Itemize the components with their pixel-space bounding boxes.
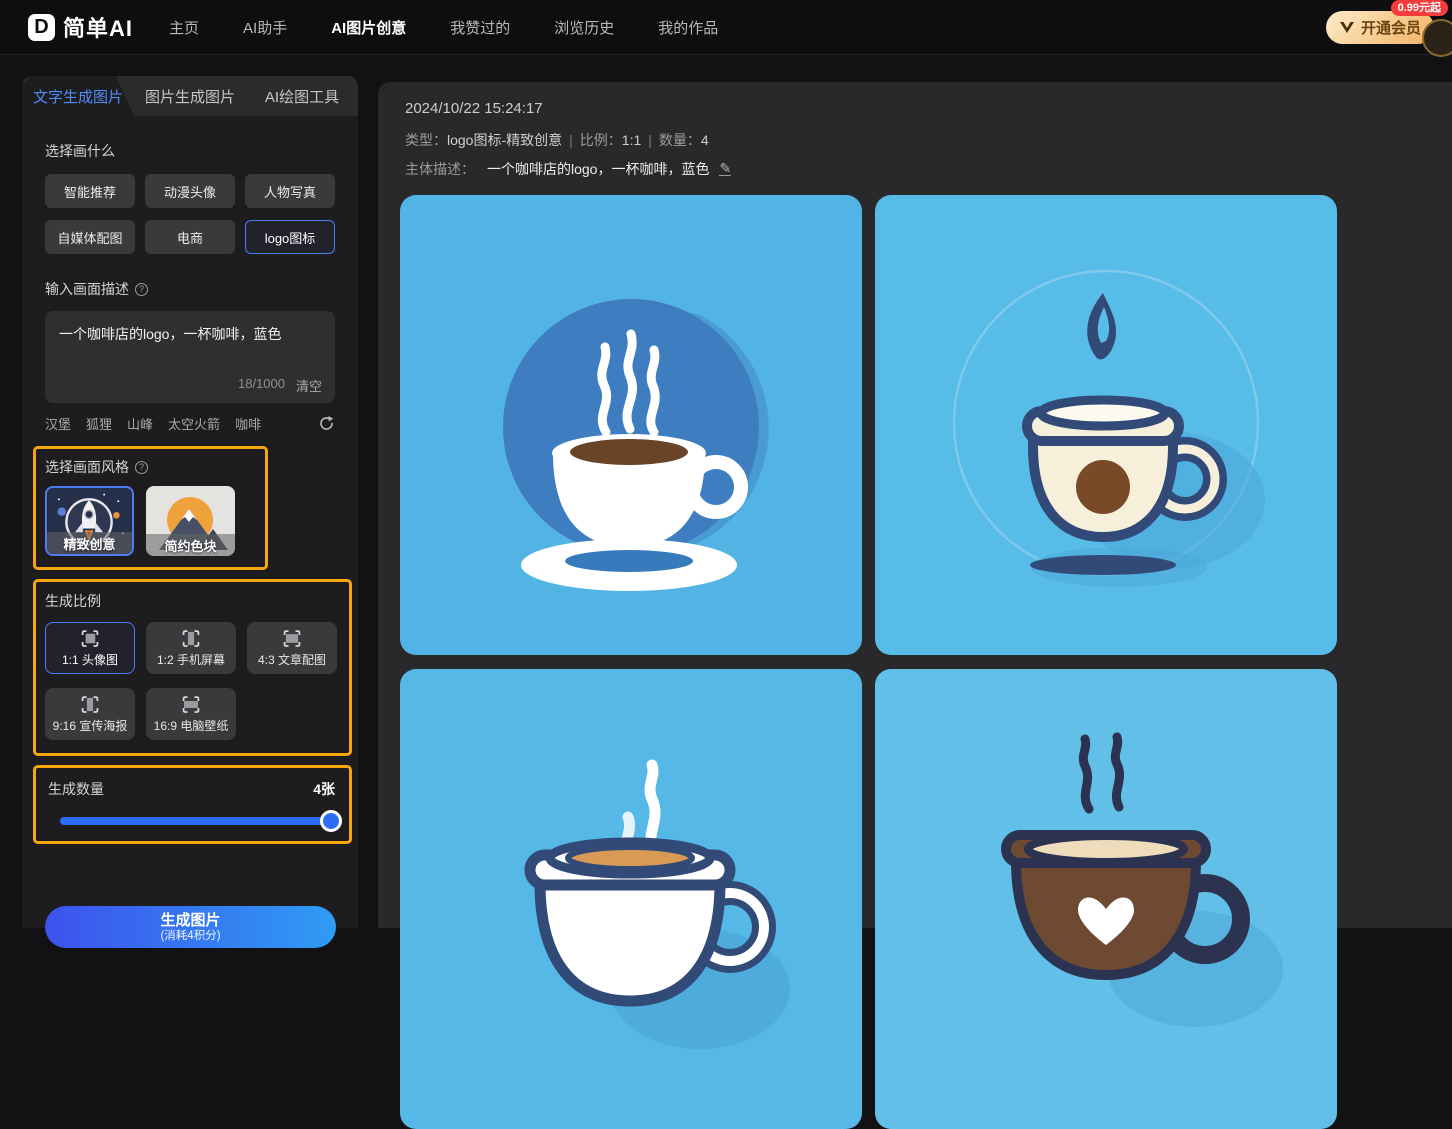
- help-icon[interactable]: ?: [135, 461, 148, 474]
- generated-image-4[interactable]: [875, 669, 1337, 1129]
- ratio-4-3-article[interactable]: 4:3 文章配图: [247, 622, 337, 674]
- tag-fox[interactable]: 狐狸: [86, 414, 112, 433]
- generated-image-2[interactable]: [875, 195, 1337, 655]
- member-button-label: 开通会员: [1361, 17, 1421, 38]
- nav-item-ai-assistant[interactable]: AI助手: [243, 17, 287, 38]
- ratio-1-2-phone-screen[interactable]: 1:2 手机屏幕: [146, 622, 236, 674]
- subject-description-value: 一个咖啡店的logo，一杯咖啡，蓝色: [487, 159, 709, 179]
- sidebar-tabbar: 文字生成图片 图片生成图片 AI绘图工具: [22, 76, 358, 116]
- price-badge: 0.99元起: [1391, 0, 1448, 16]
- tab-text-to-image[interactable]: 文字生成图片: [22, 76, 134, 116]
- help-icon[interactable]: ?: [135, 283, 148, 296]
- option-media-illustration[interactable]: 自媒体配图: [45, 220, 135, 254]
- generation-sidebar: 文字生成图片 图片生成图片 AI绘图工具 选择画什么 智能推荐 动漫头像 人物写…: [22, 76, 358, 928]
- nav-item-ai-image-creation[interactable]: AI图片创意: [331, 17, 406, 38]
- meta-type-value: logo图标-精致创意: [447, 132, 562, 148]
- generated-image-1[interactable]: [400, 195, 862, 655]
- wide-frame-icon: [180, 694, 202, 715]
- slider-handle[interactable]: [320, 810, 342, 832]
- style-card-exquisite-creative[interactable]: 精致创意: [45, 486, 134, 556]
- ratio-9-16-poster[interactable]: 9:16 宣传海报: [45, 688, 135, 740]
- option-anime-avatar[interactable]: 动漫头像: [145, 174, 235, 208]
- suggestion-tags: 汉堡 狐狸 山峰 太空火箭 咖啡: [45, 414, 335, 433]
- edit-pencil-icon[interactable]: ✎: [719, 162, 731, 176]
- nav-item-my-works[interactable]: 我的作品: [658, 17, 718, 38]
- open-membership-button[interactable]: 开通会员 0.99元起: [1326, 11, 1434, 44]
- tag-coffee[interactable]: 咖啡: [235, 414, 261, 433]
- quantity-slider[interactable]: [60, 817, 338, 825]
- ratio-16-9-wallpaper[interactable]: 16:9 电脑壁纸: [146, 688, 236, 740]
- ratio-1-1-avatar[interactable]: 1:1 头像图: [45, 622, 135, 674]
- quantity-label: 生成数量: [48, 779, 104, 799]
- square-frame-icon: [79, 628, 101, 649]
- option-ecommerce[interactable]: 电商: [145, 220, 235, 254]
- tab-image-to-image[interactable]: 图片生成图片: [134, 76, 246, 116]
- prompt-text: 一个咖啡店的logo，一杯咖啡，蓝色: [59, 326, 281, 342]
- ratio-options: 1:1 头像图 1:2 手机屏幕: [45, 622, 349, 740]
- avatar[interactable]: [1422, 19, 1452, 57]
- quantity-section-highlight: 生成数量 4张: [33, 765, 352, 844]
- tall-frame-icon: [79, 694, 101, 715]
- meta-ratio-value: 1:1: [622, 132, 641, 148]
- draw-what-label: 选择画什么: [45, 141, 335, 161]
- tall-frame-icon: [180, 628, 202, 649]
- refresh-icon[interactable]: [318, 415, 335, 432]
- prompt-input[interactable]: 一个咖啡店的logo，一杯咖啡，蓝色 18/1000 清空: [45, 311, 335, 403]
- subject-description: 主体描述： 一个咖啡店的logo，一杯咖啡，蓝色 ✎: [405, 159, 1452, 179]
- results-panel: 2024/10/22 15:24:17 类型：logo图标-精致创意|比例：1:…: [378, 82, 1452, 928]
- meta-count-value: 4: [701, 132, 709, 148]
- generated-images-grid: [400, 195, 1452, 1129]
- quantity-value: 4张: [313, 779, 335, 799]
- prompt-footer: 18/1000 清空: [238, 376, 322, 395]
- style-section-highlight: 选择画面风格 ?: [33, 446, 268, 570]
- top-navbar: D 简单AI 主页 AI助手 AI图片创意 我赞过的 浏览历史 我的作品 开通会…: [0, 0, 1452, 55]
- generation-timestamp: 2024/10/22 15:24:17: [405, 100, 1452, 117]
- option-portrait[interactable]: 人物写真: [245, 174, 335, 208]
- option-smart-recommend[interactable]: 智能推荐: [45, 174, 135, 208]
- wide-frame-icon: [281, 628, 303, 649]
- logo-text: 简单AI: [63, 11, 133, 43]
- option-logo-icon[interactable]: logo图标: [245, 220, 335, 254]
- generate-label: 生成图片: [160, 912, 220, 929]
- generate-cost-label: (消耗4积分): [160, 929, 220, 943]
- generation-meta: 类型：logo图标-精致创意|比例：1:1|数量：4: [405, 130, 1452, 150]
- tab-ai-drawing-tools[interactable]: AI绘图工具: [246, 76, 358, 116]
- tag-space-rocket[interactable]: 太空火箭: [168, 414, 220, 433]
- nav-item-history[interactable]: 浏览历史: [554, 17, 614, 38]
- draw-what-options: 智能推荐 动漫头像 人物写真 自媒体配图 电商 logo图标: [45, 174, 335, 254]
- main-nav: 主页 AI助手 AI图片创意 我赞过的 浏览历史 我的作品: [169, 17, 718, 38]
- clear-button[interactable]: 清空: [296, 376, 322, 395]
- tag-burger[interactable]: 汉堡: [45, 414, 71, 433]
- char-counter: 18/1000: [238, 376, 285, 395]
- style-label: 选择画面风格 ?: [45, 457, 265, 477]
- tag-mountain[interactable]: 山峰: [127, 414, 153, 433]
- sidebar-panel: 选择画什么 智能推荐 动漫头像 人物写真 自媒体配图 电商 logo图标 输入画…: [22, 116, 358, 928]
- prompt-label: 输入画面描述 ?: [45, 279, 335, 299]
- app-logo[interactable]: D 简单AI: [28, 11, 133, 43]
- style-card-label: 精致创意: [47, 532, 132, 554]
- style-card-label: 简约色块: [146, 534, 235, 556]
- ratio-label: 生成比例: [45, 591, 349, 611]
- style-cards: 精致创意 简约色块: [45, 486, 265, 556]
- ratio-section-highlight: 生成比例 1:1 头像图: [33, 579, 352, 756]
- nav-item-liked[interactable]: 我赞过的: [450, 17, 510, 38]
- generated-image-3[interactable]: [400, 669, 862, 1129]
- nav-item-home[interactable]: 主页: [169, 17, 199, 38]
- vip-v-icon: [1339, 21, 1355, 34]
- style-card-simple-color-block[interactable]: 简约色块: [146, 486, 235, 556]
- member-area: 开通会员 0.99元起: [1326, 11, 1434, 44]
- generate-image-button[interactable]: 生成图片 (消耗4积分): [45, 906, 336, 948]
- logo-d-icon: D: [28, 14, 55, 41]
